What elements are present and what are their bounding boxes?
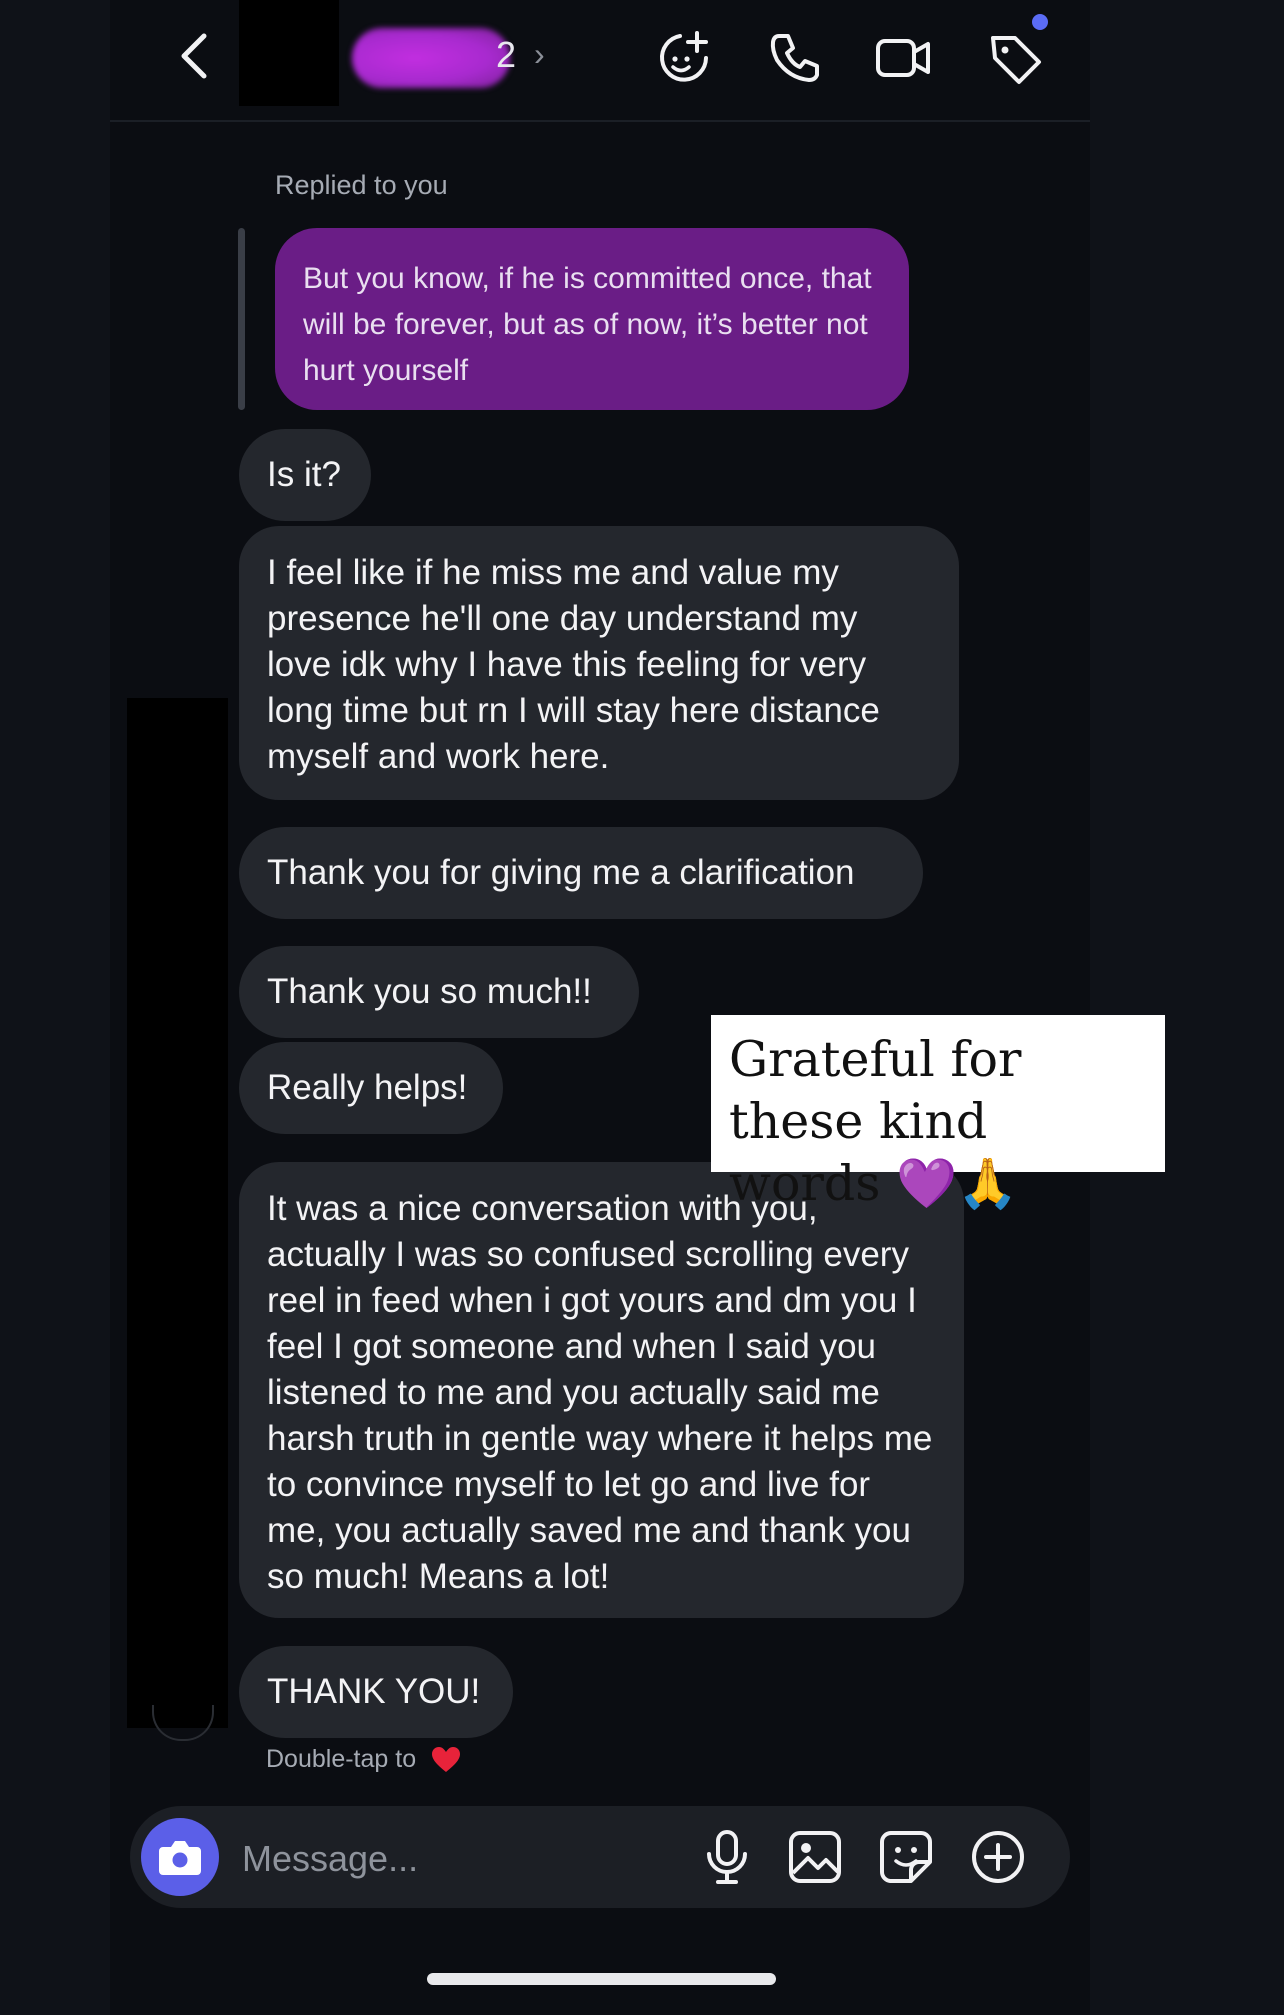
sticker-button[interactable] xyxy=(877,1828,935,1886)
ai-sparkle-icon xyxy=(660,31,708,82)
double-tap-hint: Double-tap to xyxy=(266,1745,461,1774)
video-call-button[interactable] xyxy=(874,28,934,88)
message-bubble[interactable]: Thank you for giving me a clarification xyxy=(239,827,923,919)
ai-sparkle-button[interactable] xyxy=(654,28,714,88)
more-options-button[interactable] xyxy=(969,1828,1027,1886)
caption-overlay: Grateful for these kind words 💜🙏 xyxy=(711,1015,1165,1212)
message-bubble[interactable]: Is it? xyxy=(239,429,371,521)
contact-avatar-redacted[interactable] xyxy=(239,0,339,106)
message-bubble[interactable]: Thank you so much!! xyxy=(239,946,639,1038)
message-bubble[interactable]: Really helps! xyxy=(239,1042,503,1134)
heart-icon xyxy=(431,1746,461,1774)
plus-icon xyxy=(972,1831,1024,1883)
message-bubble[interactable]: THANK YOU! xyxy=(239,1646,513,1738)
message-bubble[interactable]: I feel like if he miss me and value my p… xyxy=(239,526,959,800)
back-icon xyxy=(181,33,207,79)
microphone-icon xyxy=(707,1830,747,1884)
label-button[interactable] xyxy=(985,28,1045,88)
camera-icon xyxy=(159,1841,201,1875)
contact-name-suffix[interactable]: 2 xyxy=(496,34,516,76)
message-bubble[interactable]: It was a nice conversation with you, act… xyxy=(239,1162,964,1618)
sticker-icon xyxy=(880,1831,932,1883)
voice-message-button[interactable] xyxy=(698,1828,756,1886)
call-button[interactable] xyxy=(765,28,825,88)
replied-message-bubble[interactable]: But you know, if he is committed once, t… xyxy=(275,228,909,410)
gallery-icon xyxy=(789,1831,841,1883)
home-indicator xyxy=(427,1973,776,1985)
camera-button[interactable] xyxy=(141,1818,219,1896)
video-icon xyxy=(876,39,930,77)
back-button[interactable] xyxy=(170,28,222,84)
contact-chevron-icon[interactable]: › xyxy=(534,36,545,73)
contact-name-redacted[interactable] xyxy=(352,28,510,88)
phone-icon xyxy=(770,34,819,82)
left-margin xyxy=(0,0,110,2015)
notification-dot xyxy=(1032,14,1048,30)
gallery-button[interactable] xyxy=(786,1828,844,1886)
tag-icon xyxy=(991,36,1041,84)
replied-label: Replied to you xyxy=(275,170,448,200)
sender-avatar-redacted xyxy=(127,698,228,1728)
double-tap-hint-text: Double-tap to xyxy=(266,1745,417,1773)
right-margin xyxy=(1090,0,1284,2015)
reply-indicator-bar xyxy=(238,228,245,410)
message-input[interactable] xyxy=(240,1830,674,1888)
